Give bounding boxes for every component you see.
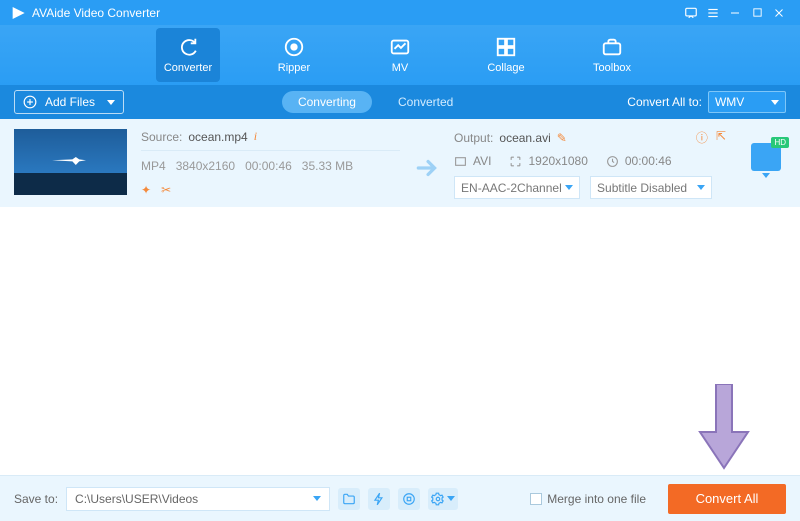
convert-all-to: Convert All to: WMV: [627, 91, 786, 113]
output-file: ocean.avi: [499, 131, 550, 145]
chevron-down-icon: [697, 185, 705, 190]
settings-icon[interactable]: [428, 488, 458, 510]
clock-icon: [606, 155, 619, 168]
navbar: Converter Ripper MV Collage Toolbox: [0, 25, 800, 85]
output-label: Output:: [454, 131, 493, 145]
gpu-accel-icon[interactable]: [368, 488, 390, 510]
output-column: Output: ocean.avi ✎ ⓘ ⇱ AVI 1920x1080 00…: [454, 129, 726, 199]
source-label: Source:: [141, 130, 182, 144]
menu-icon[interactable]: [702, 2, 724, 24]
open-folder-icon[interactable]: [338, 488, 360, 510]
format-chip[interactable]: [751, 143, 781, 171]
app-title: AVAide Video Converter: [32, 6, 680, 20]
video-thumbnail[interactable]: [14, 129, 127, 195]
chevron-down-icon: [447, 496, 455, 501]
collage-icon: [495, 36, 517, 58]
nav-label: MV: [392, 62, 409, 74]
feedback-icon[interactable]: [680, 2, 702, 24]
nav-label: Collage: [487, 62, 524, 74]
nav-mv[interactable]: MV: [368, 28, 432, 82]
convert-all-to-value: WMV: [715, 95, 744, 109]
toolbar: Add Files Converting Converted Convert A…: [0, 85, 800, 119]
info-icon[interactable]: i: [254, 129, 257, 144]
nav-ripper[interactable]: Ripper: [262, 28, 326, 82]
add-files-label: Add Files: [45, 95, 95, 109]
chevron-down-icon: [107, 100, 115, 105]
source-duration: 00:00:46: [245, 159, 292, 173]
close-icon[interactable]: [768, 2, 790, 24]
subtitle-select[interactable]: Subtitle Disabled: [590, 176, 712, 199]
annotation-arrow-icon: [696, 384, 752, 470]
save-path-select[interactable]: C:\Users\USER\Videos: [66, 487, 330, 511]
add-files-button[interactable]: Add Files: [14, 90, 124, 114]
audio-value: EN-AAC-2Channel: [461, 181, 562, 195]
output-duration: 00:00:46: [625, 154, 672, 168]
source-resolution: 3840x2160: [176, 159, 235, 173]
maximize-icon[interactable]: [746, 2, 768, 24]
save-to-label: Save to:: [14, 492, 58, 506]
converter-icon: [177, 36, 199, 58]
file-item: Source: ocean.mp4 i MP4 3840x2160 00:00:…: [14, 129, 786, 199]
video-icon: [454, 155, 467, 168]
task-schedule-icon[interactable]: [398, 488, 420, 510]
mv-icon: [389, 36, 411, 58]
format-picker: [746, 129, 786, 178]
minimize-icon[interactable]: [724, 2, 746, 24]
convert-all-button[interactable]: Convert All: [668, 484, 786, 514]
footer: Save to: C:\Users\USER\Videos Merge into…: [0, 475, 800, 521]
info-circle-icon[interactable]: ⓘ: [696, 129, 708, 146]
toolbox-icon: [601, 36, 623, 58]
status-segment: Converting Converted: [282, 91, 469, 113]
app-logo-icon: [10, 5, 26, 21]
titlebar: AVAide Video Converter: [0, 0, 800, 25]
chevron-down-icon: [771, 100, 779, 105]
nav-label: Toolbox: [593, 62, 631, 74]
chevron-down-icon[interactable]: [762, 173, 770, 178]
chevron-down-icon: [313, 496, 321, 501]
convert-button-label: Convert All: [696, 491, 759, 506]
merge-checkbox[interactable]: Merge into one file: [530, 492, 646, 506]
merge-label: Merge into one file: [547, 492, 646, 506]
source-file: ocean.mp4: [188, 130, 247, 144]
checkbox-icon: [530, 493, 542, 505]
nav-label: Ripper: [278, 62, 310, 74]
resolution-icon: [509, 155, 522, 168]
source-size: 35.33 MB: [302, 159, 353, 173]
source-column: Source: ocean.mp4 i MP4 3840x2160 00:00:…: [141, 129, 400, 197]
audio-select[interactable]: EN-AAC-2Channel: [454, 176, 580, 199]
source-format: MP4: [141, 159, 166, 173]
output-format: AVI: [473, 154, 491, 168]
file-list: Source: ocean.mp4 i MP4 3840x2160 00:00:…: [0, 119, 800, 207]
tab-converted[interactable]: Converted: [382, 91, 469, 113]
nav-toolbox[interactable]: Toolbox: [580, 28, 644, 82]
nav-converter[interactable]: Converter: [156, 28, 220, 82]
plus-icon: [23, 95, 37, 109]
tab-converting[interactable]: Converting: [282, 91, 372, 113]
enhance-icon[interactable]: ✦: [141, 183, 151, 197]
convert-all-to-select[interactable]: WMV: [708, 91, 786, 113]
nav-label: Converter: [164, 62, 212, 74]
ripper-icon: [283, 36, 305, 58]
compress-icon[interactable]: ⇱: [716, 129, 726, 146]
convert-all-to-label: Convert All to:: [627, 95, 702, 109]
subtitle-value: Subtitle Disabled: [597, 181, 687, 195]
chevron-down-icon: [565, 185, 573, 190]
nav-collage[interactable]: Collage: [474, 28, 538, 82]
save-path-value: C:\Users\USER\Videos: [75, 492, 198, 506]
source-meta: MP4 3840x2160 00:00:46 35.33 MB: [141, 159, 400, 173]
cut-icon[interactable]: ✂: [161, 183, 171, 197]
arrow-right-icon: [414, 155, 440, 181]
edit-icon[interactable]: ✎: [557, 131, 567, 145]
output-resolution: 1920x1080: [528, 154, 587, 168]
